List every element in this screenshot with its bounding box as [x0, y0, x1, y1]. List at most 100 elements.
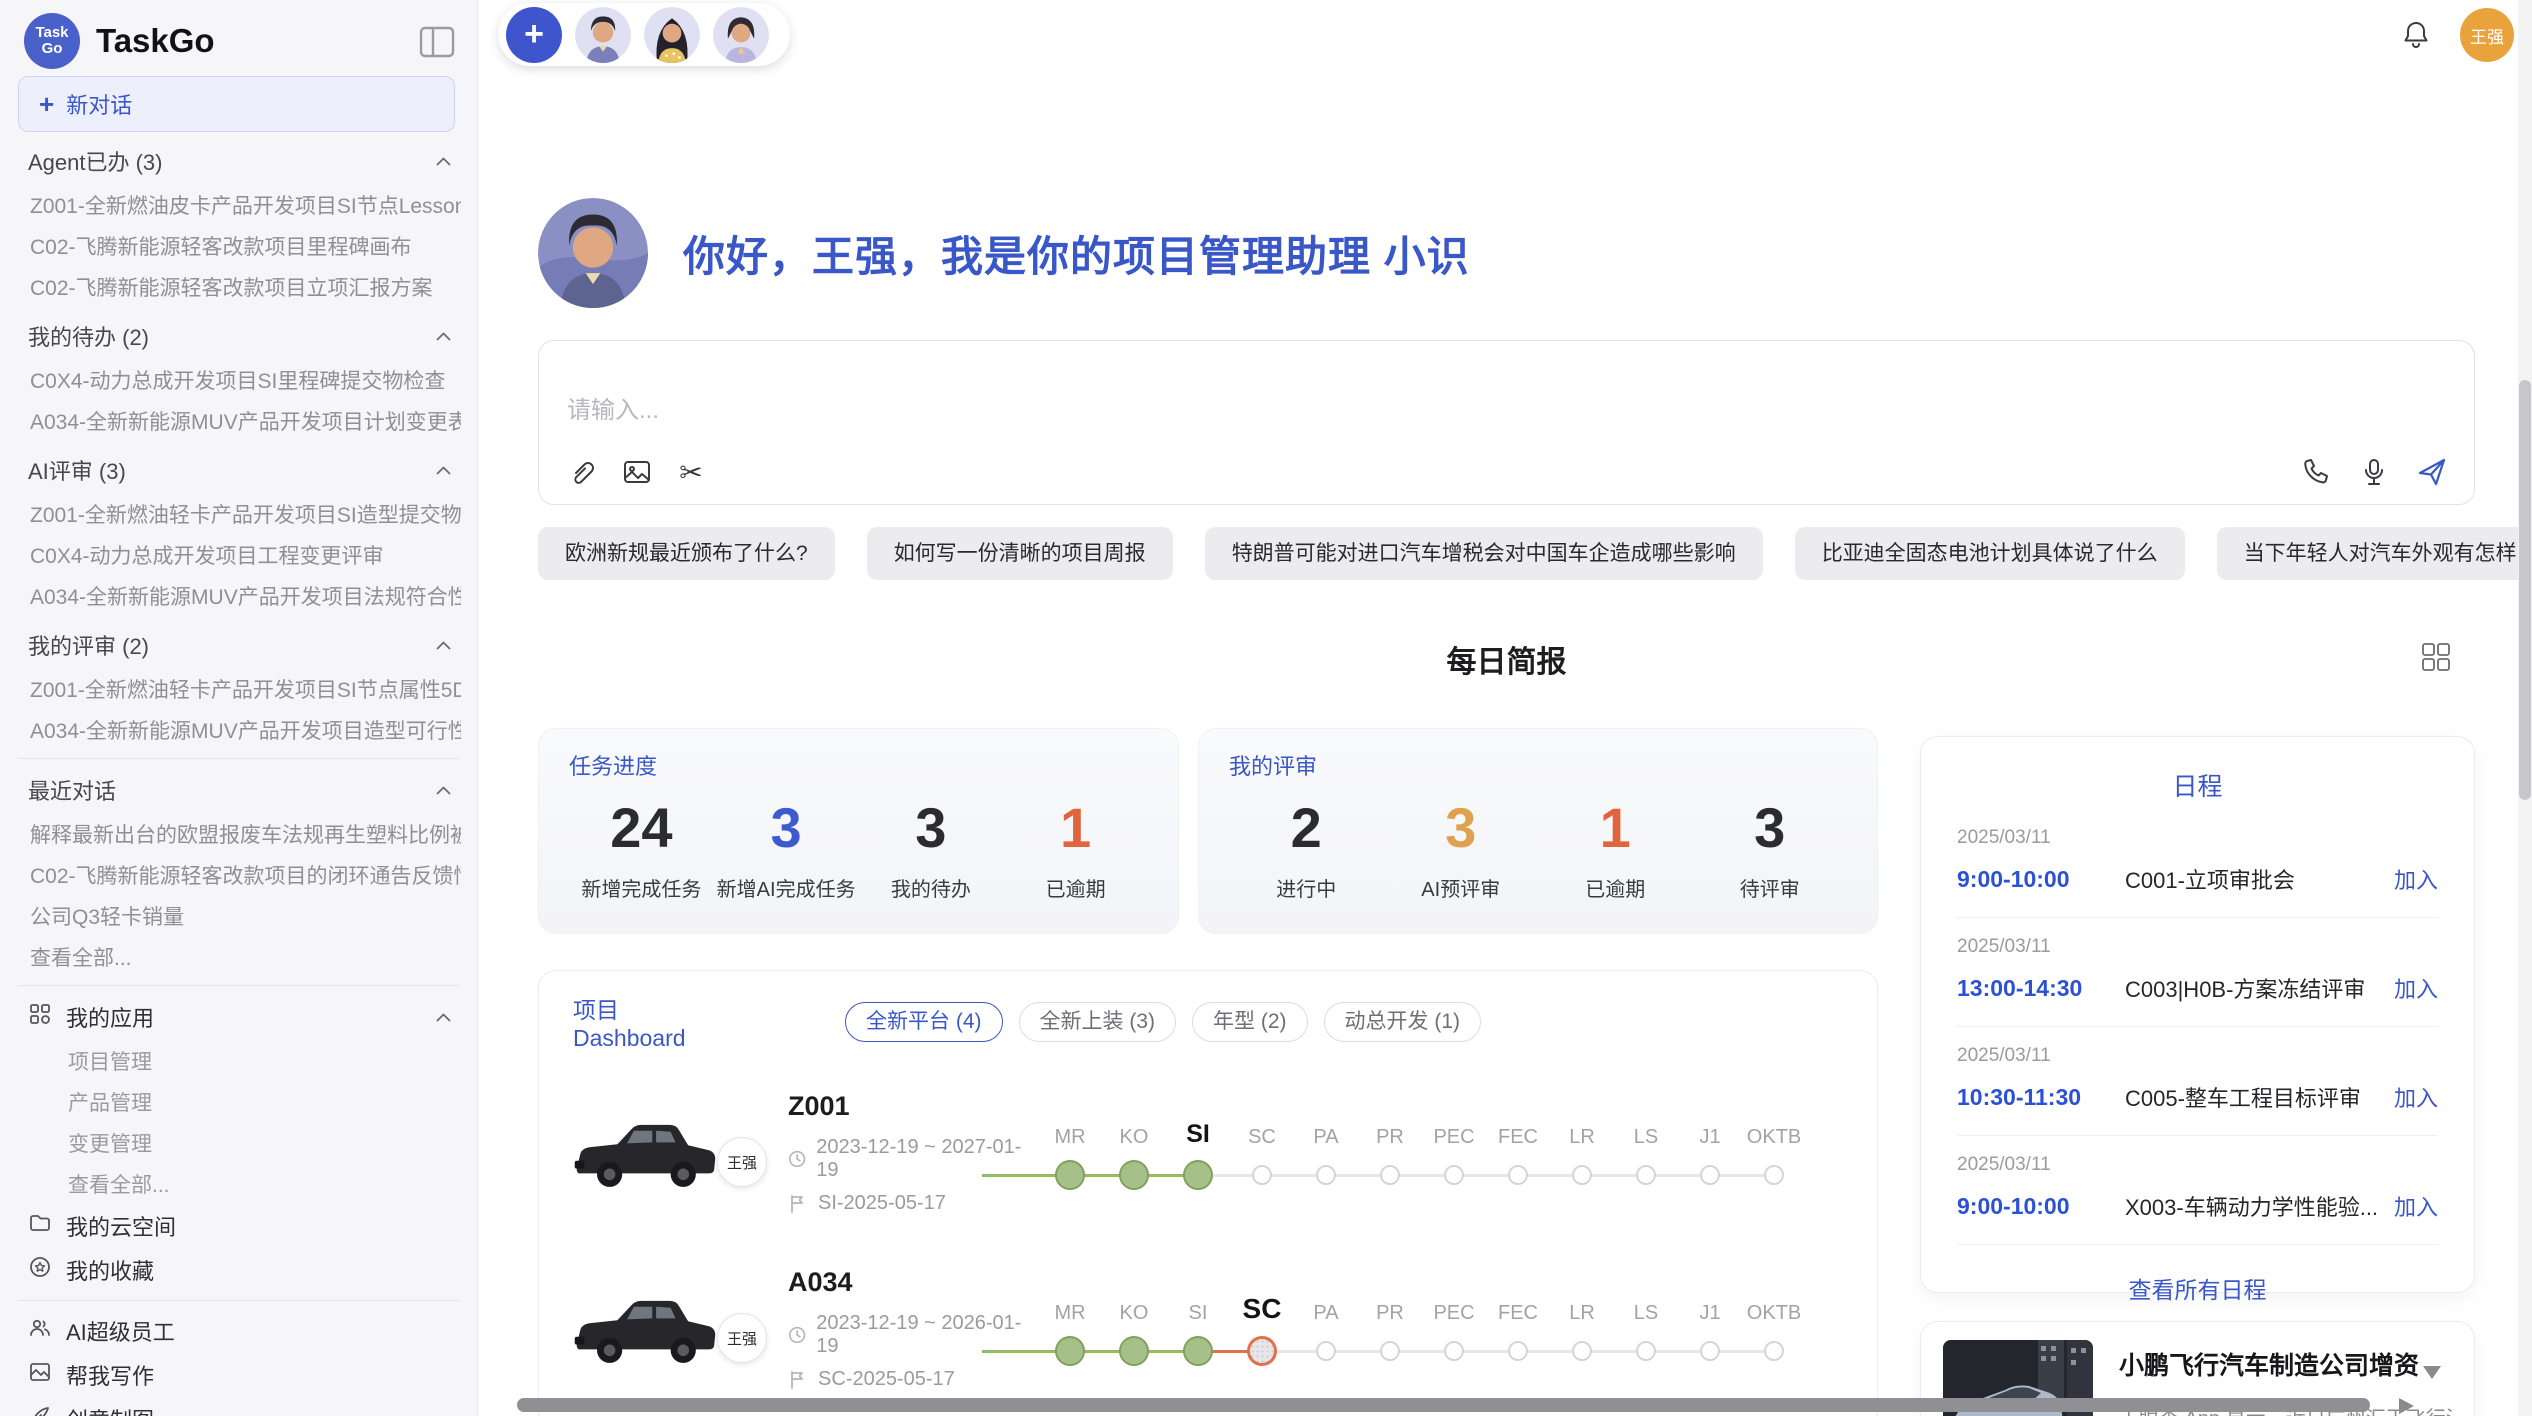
- composer-right-icons: [2300, 456, 2448, 488]
- app-title: TaskGo: [96, 22, 215, 60]
- sidebar-item-product-mgmt[interactable]: 产品管理: [16, 1081, 461, 1122]
- milestone-dot-pending: [1380, 1341, 1400, 1361]
- chat-input[interactable]: [567, 397, 2167, 425]
- section-title: Agent已办 (3): [28, 145, 163, 177]
- sidebar-item[interactable]: A034-全新新能源MUV产品开发项目计划变更表编写: [16, 400, 461, 441]
- chevron-up-icon: [436, 1013, 451, 1022]
- milestone-dot-pending: [1700, 1341, 1720, 1361]
- entry-time: 9:00-10:00: [1957, 866, 2125, 893]
- entry-date: 2025/03/11: [1957, 827, 2438, 849]
- section-title: 我的待办 (2): [28, 320, 149, 352]
- flag-icon: [788, 1370, 808, 1390]
- send-icon[interactable]: [2416, 456, 2448, 488]
- suggestion-chip[interactable]: 如何写一份清晰的项目周报: [867, 527, 1173, 580]
- join-link[interactable]: 加入: [2394, 863, 2438, 895]
- sidebar-item[interactable]: C02-飞腾新能源轻客改款项目里程碑画布: [16, 225, 461, 266]
- my-review-card: 我的评审 2 进行中 3 AI预评审: [1198, 728, 1878, 934]
- sidebar-item[interactable]: 公司Q3轻卡销量: [16, 895, 461, 936]
- stat-label: 新增完成任务: [569, 873, 714, 902]
- sidebar-item-cloud-space[interactable]: 我的云空间: [16, 1204, 461, 1248]
- sidebar-item[interactable]: C0X4-动力总成开发项目工程变更评审: [16, 534, 461, 575]
- project-flag-milestone: SC-2025-05-17: [788, 1368, 1024, 1391]
- vertical-scrollbar-thumb[interactable]: [2519, 380, 2531, 800]
- sidebar-item[interactable]: C02-飞腾新能源轻客改款项目立项汇报方案: [16, 266, 461, 307]
- scroll-right-arrow-icon[interactable]: [2399, 1398, 2414, 1414]
- stat-label: 进行中: [1229, 873, 1384, 902]
- task-progress-card: 任务进度 24 新增完成任务 3 新增AI完成任务: [538, 728, 1179, 934]
- scroll-down-arrow-icon[interactable]: [2423, 1366, 2441, 1379]
- suggestion-chip[interactable]: 比亚迪全固态电池计划具体说了什么: [1795, 527, 2185, 580]
- sidebar-item-favorites[interactable]: 我的收藏: [16, 1248, 461, 1292]
- sidebar-item[interactable]: Z001-全新燃油轻卡产品开发项目SI造型提交物评审: [16, 493, 461, 534]
- stat-in-progress: 2 进行中: [1229, 791, 1384, 902]
- section-header-my-review[interactable]: 我的评审 (2): [16, 622, 461, 668]
- join-link[interactable]: 加入: [2394, 1081, 2438, 1113]
- logo-text-top: Task: [35, 25, 68, 41]
- entry-time: 9:00-10:00: [1957, 1193, 2125, 1220]
- view-all-schedule-link[interactable]: 查看所有日程: [1957, 1271, 2438, 1305]
- section-header-recent-chats[interactable]: 最近对话: [16, 767, 461, 813]
- microphone-icon[interactable]: [2358, 456, 2390, 488]
- sidebar-item[interactable]: A034-全新新能源MUV产品开发项目造型可行性评审: [16, 709, 461, 750]
- sidebar-item-ai-super-staff[interactable]: AI超级员工: [16, 1309, 461, 1353]
- sidebar-item[interactable]: C02-飞腾新能源轻客改款项目的闭环通告反馈情况: [16, 854, 461, 895]
- join-link[interactable]: 加入: [2394, 972, 2438, 1004]
- filter-chip-year-model[interactable]: 年型 (2): [1192, 1002, 1308, 1042]
- sidebar-item-project-mgmt[interactable]: 项目管理: [16, 1040, 461, 1081]
- section-header-my-apps[interactable]: 我的应用: [16, 994, 461, 1040]
- milestone-dot-done: [1183, 1336, 1213, 1366]
- project-row-a034[interactable]: 王强 A034 2023-12-19 ~ 2026-01-19: [567, 1254, 1849, 1404]
- sidebar-item-creative-drawing[interactable]: 创意制图: [16, 1397, 461, 1416]
- join-link[interactable]: 加入: [2394, 1190, 2438, 1222]
- suggestion-chip[interactable]: 当下年轻人对汽车外观有怎样的喜好趋势: [2217, 527, 2532, 580]
- sidebar-item-help-me-write[interactable]: 帮我写作: [16, 1353, 461, 1397]
- plus-icon: +: [39, 89, 54, 120]
- sidebar-collapse-icon[interactable]: [419, 26, 455, 58]
- filter-chip-platform[interactable]: 全新平台 (4): [845, 1002, 1003, 1042]
- project-dashboard-card: 项目Dashboard 全新平台 (4) 全新上装 (3) 年型 (2) 动总开…: [538, 970, 1878, 1416]
- project-row-z001[interactable]: 王强 Z001 2023-12-19 ~ 2027-01-19: [567, 1078, 1849, 1228]
- sidebar-item-view-all[interactable]: 查看全部...: [16, 936, 461, 977]
- sidebar-item[interactable]: Z001-全新燃油皮卡产品开发项目SI节点Lesson Learn报告: [16, 184, 461, 225]
- sidebar-item[interactable]: 解释最新出台的欧盟报废车法规再生塑料比例被调至15%...: [16, 813, 461, 854]
- new-chat-button[interactable]: + 新对话: [18, 76, 455, 132]
- section-header-ai-review[interactable]: AI评审 (3): [16, 447, 461, 493]
- sidebar-item[interactable]: A034-全新新能源MUV产品开发项目法规符合性评审: [16, 575, 461, 616]
- milestone-dot-done: [1055, 1336, 1085, 1366]
- filter-chip-upfit[interactable]: 全新上装 (3): [1019, 1002, 1177, 1042]
- sidebar-item[interactable]: Z001-全新燃油轻卡产品开发项目SI节点属性5D文件评审: [16, 668, 461, 709]
- suggestion-chip[interactable]: 特朗普可能对进口汽车增税会对中国车企造成哪些影响: [1205, 527, 1763, 580]
- assistant-avatar: [538, 198, 648, 308]
- sidebar-item-view-all-apps[interactable]: 查看全部...: [16, 1163, 461, 1204]
- stat-value: 3: [1693, 791, 1848, 865]
- project-owner-badge: 王强: [717, 1313, 767, 1363]
- section-title: 我的应用: [66, 1001, 154, 1033]
- vertical-scrollbar-track[interactable]: [2518, 0, 2532, 1416]
- sidebar-item-label: AI超级员工: [66, 1315, 175, 1347]
- attachment-icon[interactable]: [567, 456, 599, 488]
- section-title: AI评审 (3): [28, 454, 126, 486]
- horizontal-scrollbar-thumb[interactable]: [517, 1398, 2370, 1412]
- new-chat-label: 新对话: [66, 88, 132, 120]
- sidebar-item[interactable]: C0X4-动力总成开发项目SI里程碑提交物检查: [16, 359, 461, 400]
- layout-grid-icon[interactable]: [2419, 640, 2453, 674]
- badge-star-icon: [28, 1255, 52, 1285]
- card-title: 任务进度: [569, 749, 1148, 781]
- dashboard-header: 项目Dashboard 全新平台 (4) 全新上装 (3) 年型 (2) 动总开…: [567, 991, 1849, 1052]
- milestone-dot-done: [1119, 1336, 1149, 1366]
- divider: [18, 1300, 459, 1301]
- sidebar-item-change-mgmt[interactable]: 变更管理: [16, 1122, 461, 1163]
- image-icon[interactable]: [621, 456, 653, 488]
- section-header-my-todo[interactable]: 我的待办 (2): [16, 313, 461, 359]
- taskgo-app: Task Go TaskGo + 新对话 Agent已办 (3) Z001-全新…: [0, 0, 2532, 1416]
- scissors-icon[interactable]: ✂: [675, 456, 707, 488]
- stat-value: 3: [1384, 791, 1539, 865]
- left-column: 任务进度 24 新增完成任务 3 新增AI完成任务: [538, 728, 1878, 1416]
- filter-chip-powertrain[interactable]: 动总开发 (1): [1324, 1002, 1482, 1042]
- phone-icon[interactable]: [2300, 456, 2332, 488]
- suggestion-chip[interactable]: 欧洲新规最近颁布了什么?: [538, 527, 835, 580]
- milestone-dot-pending: [1764, 1165, 1784, 1185]
- section-header-agent-done[interactable]: Agent已办 (3): [16, 138, 461, 184]
- greeting-text: 你好，王强，我是你的项目管理助理 小识: [683, 223, 1470, 284]
- project-car-image: 王强: [567, 1279, 722, 1379]
